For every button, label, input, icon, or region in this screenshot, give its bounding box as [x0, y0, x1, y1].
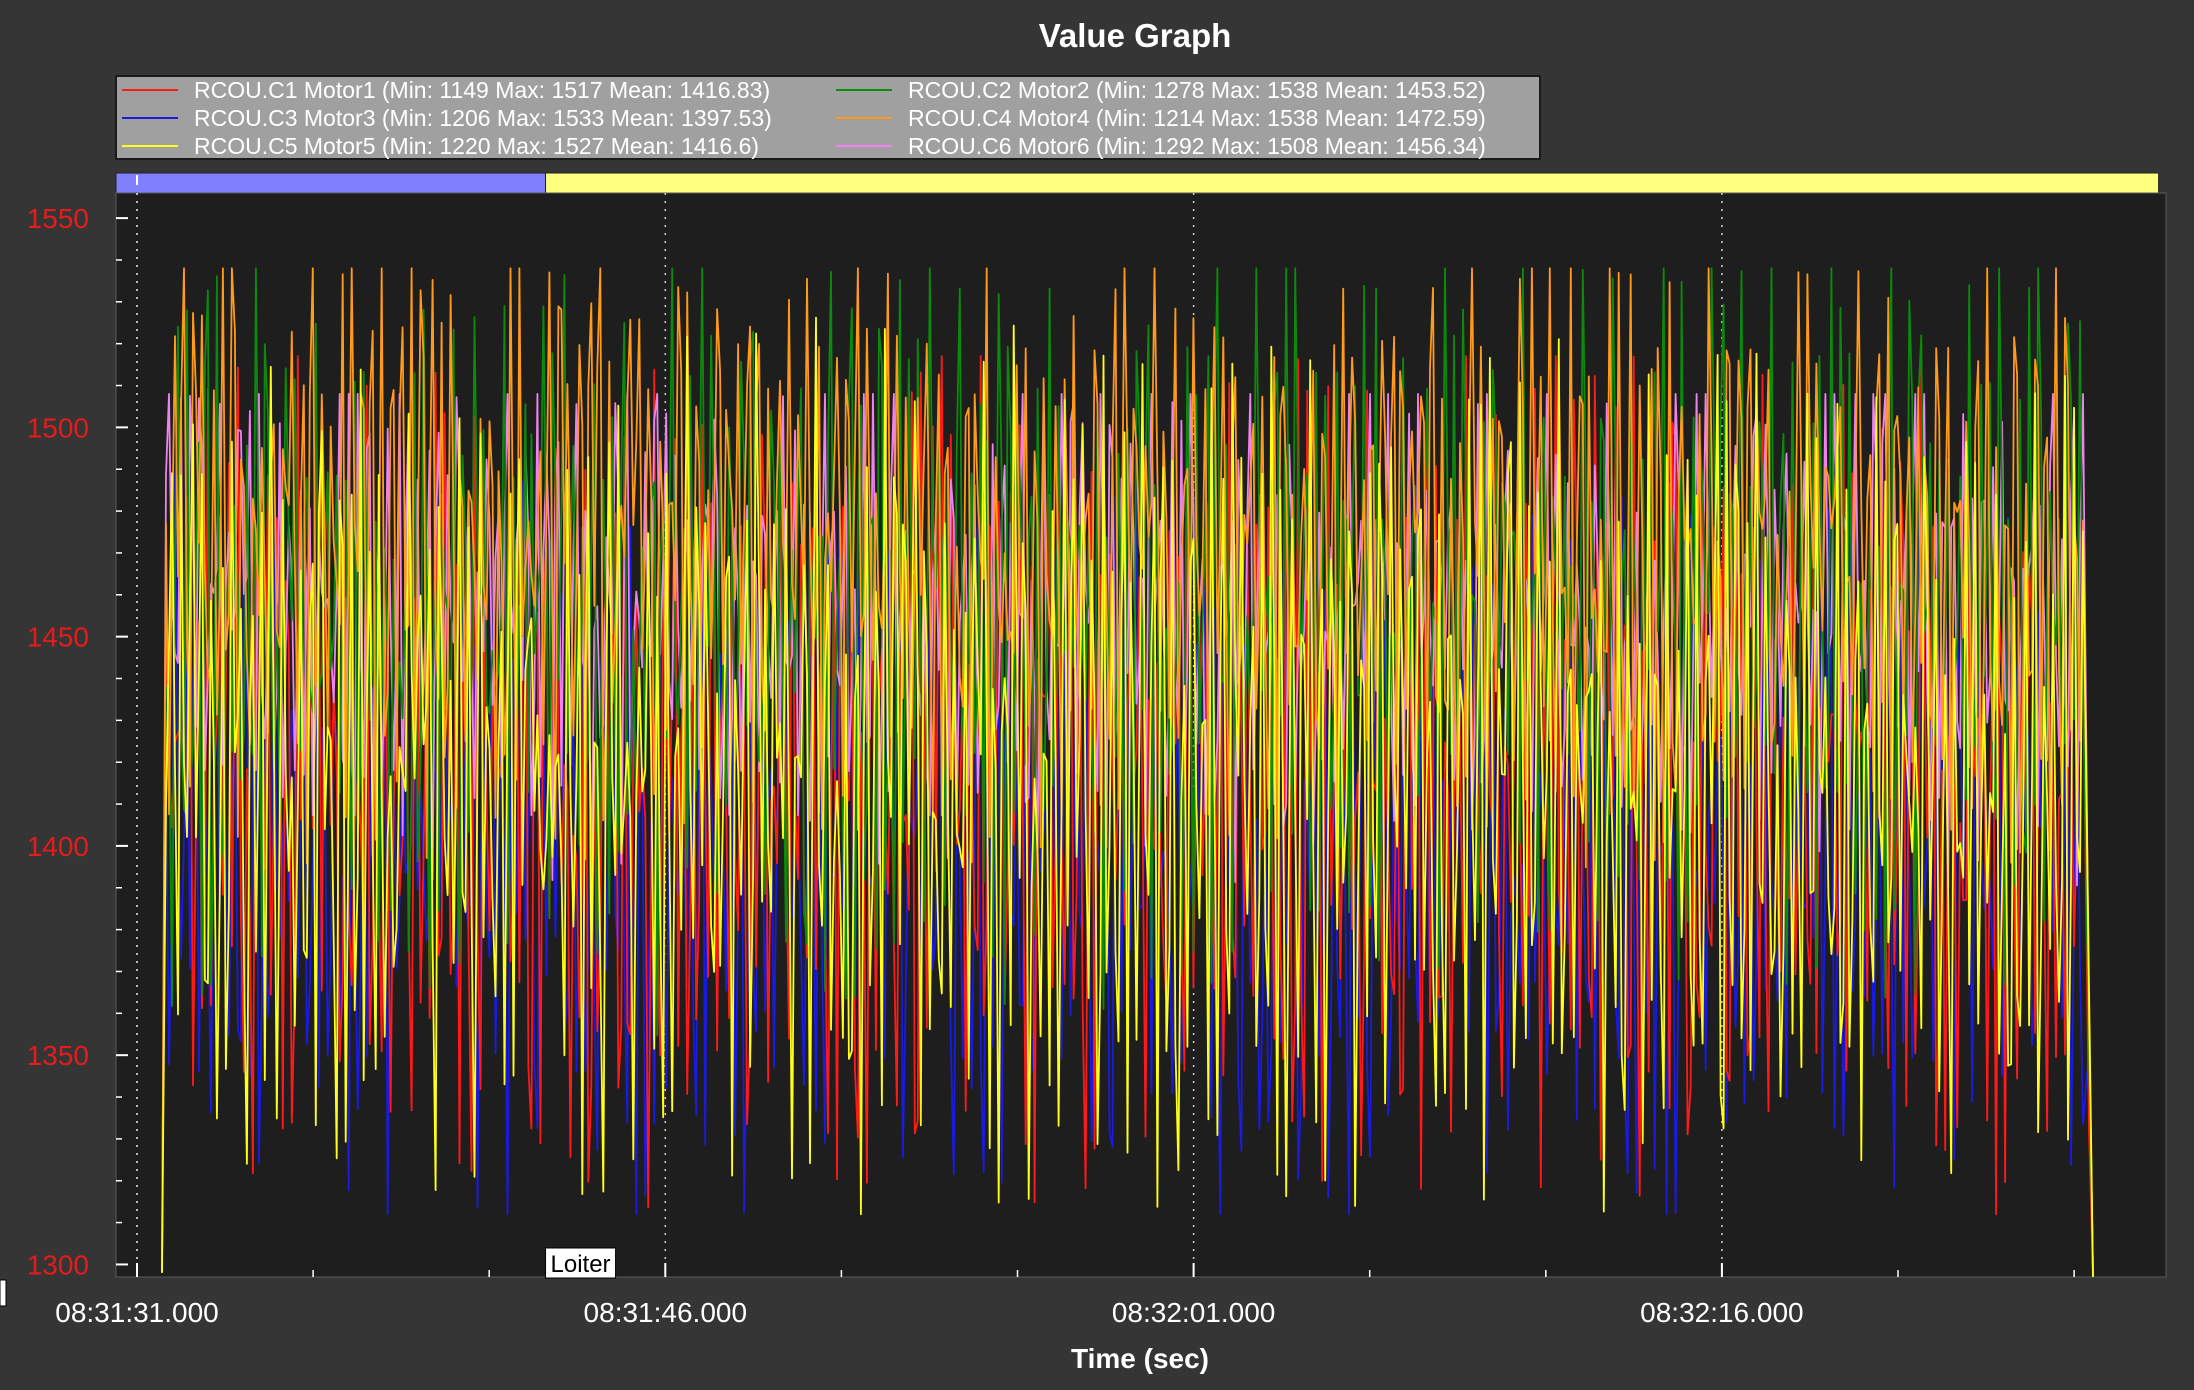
x-tick-label-4: 08:32:16.000 [1640, 1297, 1804, 1328]
legend-entry-6: RCOU.C6 Motor6 (Min: 1292 Max: 1508 Mean… [908, 133, 1486, 159]
legend-entry-1: RCOU.C1 Motor1 (Min: 1149 Max: 1517 Mean… [194, 77, 770, 103]
mode-segment-1 [115, 172, 547, 194]
legend-entry-4: RCOU.C4 Motor4 (Min: 1214 Max: 1538 Mean… [908, 105, 1486, 131]
x-tick-label-1: 08:31:31.000 [55, 1297, 219, 1328]
mode-label-loiter: Loiter [551, 1251, 611, 1278]
legend-entry-5: RCOU.C5 Motor5 (Min: 1220 Max: 1527 Mean… [194, 133, 759, 159]
y-tick-label-1: 1550 [27, 203, 89, 234]
mode-segment-2 [545, 172, 2160, 194]
value-graph-chart: Value Graph RCOU.C1 Motor1 (Min: 1149 Ma… [0, 0, 2194, 1390]
y-tick-label-2: 1500 [27, 412, 89, 443]
y-tick-label-5: 1350 [27, 1040, 89, 1071]
x-axis-label: Time (sec) [1071, 1343, 1209, 1374]
x-tick-label-3: 08:32:01.000 [1112, 1297, 1276, 1328]
chart-title: Value Graph [1039, 17, 1232, 54]
x-tick-label-2: 08:31:46.000 [584, 1297, 748, 1328]
legend-entry-3: RCOU.C3 Motor3 (Min: 1206 Max: 1533 Mean… [194, 105, 772, 131]
flight-mode-bar [115, 172, 2160, 194]
mode-label-box: Loiter [545, 1247, 617, 1279]
legend: RCOU.C1 Motor1 (Min: 1149 Max: 1517 Mean… [115, 75, 1541, 160]
left-edge-marker [0, 1279, 7, 1307]
y-tick-label-4: 1400 [27, 831, 89, 862]
legend-entry-2: RCOU.C2 Motor2 (Min: 1278 Max: 1538 Mean… [908, 77, 1486, 103]
y-tick-label-3: 1450 [27, 622, 89, 653]
y-tick-label-6: 1300 [27, 1249, 89, 1280]
